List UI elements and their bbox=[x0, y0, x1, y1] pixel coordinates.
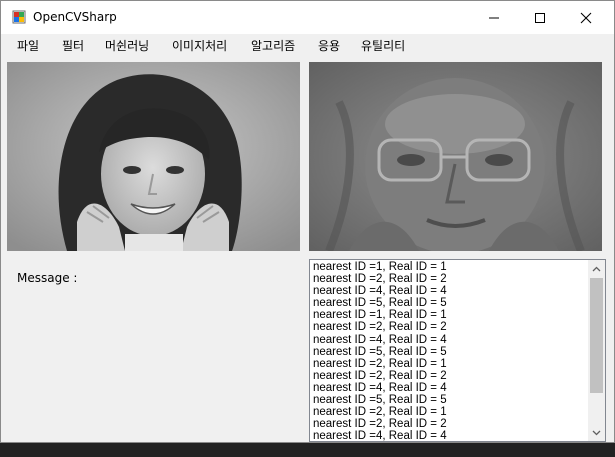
list-item[interactable]: nearest ID =5, Real ID = 5 bbox=[313, 346, 587, 358]
close-button[interactable] bbox=[563, 1, 609, 34]
chevron-up-icon bbox=[592, 266, 601, 271]
window-title: OpenCVSharp bbox=[33, 10, 117, 24]
scroll-down-button[interactable] bbox=[588, 424, 605, 441]
list-item[interactable]: nearest ID =2, Real ID = 2 bbox=[313, 370, 587, 382]
list-item[interactable]: nearest ID =5, Real ID = 5 bbox=[313, 297, 587, 309]
list-item[interactable]: nearest ID =4, Real ID = 4 bbox=[313, 430, 587, 441]
result-list: nearest ID =1, Real ID = 1 nearest ID =2,… bbox=[313, 261, 587, 441]
title-bar[interactable]: OpenCVSharp bbox=[1, 1, 614, 34]
list-item[interactable]: nearest ID =2, Real ID = 2 bbox=[313, 321, 587, 333]
menu-filter[interactable]: 필터 bbox=[62, 37, 84, 54]
list-item[interactable]: nearest ID =2, Real ID = 1 bbox=[313, 358, 587, 370]
menu-algorithm[interactable]: 알고리즘 bbox=[251, 37, 295, 54]
menu-image-processing[interactable]: 이미지처리 bbox=[172, 37, 227, 54]
reconstructed-face-image bbox=[309, 62, 602, 251]
menu-application[interactable]: 응용 bbox=[318, 37, 340, 54]
close-icon bbox=[580, 12, 592, 23]
list-item[interactable]: nearest ID =2, Real ID = 2 bbox=[313, 273, 587, 285]
menu-machine-learning[interactable]: 머쉰러닝 bbox=[105, 37, 149, 54]
result-listbox[interactable]: nearest ID =1, Real ID = 1 nearest ID =2,… bbox=[309, 259, 606, 442]
list-item[interactable]: nearest ID =1, Real ID = 1 bbox=[313, 261, 587, 273]
minimize-button[interactable] bbox=[471, 1, 517, 34]
menu-utility[interactable]: 유틸리티 bbox=[361, 37, 405, 54]
list-item[interactable]: nearest ID =4, Real ID = 4 bbox=[313, 334, 587, 346]
minimize-icon bbox=[489, 17, 499, 18]
vertical-scrollbar[interactable] bbox=[588, 260, 605, 441]
scroll-up-button[interactable] bbox=[588, 260, 605, 277]
opencv-app-icon bbox=[12, 10, 26, 24]
message-label: Message : bbox=[17, 271, 78, 285]
main-window: OpenCVSharp 파일 필터 머쉰러닝 이미지처리 알고리즘 응용 유틸리… bbox=[0, 0, 615, 443]
list-item[interactable]: nearest ID =4, Real ID = 4 bbox=[313, 285, 587, 297]
chevron-down-icon bbox=[592, 430, 601, 435]
scroll-thumb[interactable] bbox=[590, 278, 603, 393]
maximize-icon bbox=[535, 12, 545, 23]
list-item[interactable]: nearest ID =4, Real ID = 4 bbox=[313, 382, 587, 394]
source-face-image bbox=[7, 62, 300, 251]
list-item[interactable]: nearest ID =2, Real ID = 1 bbox=[313, 406, 587, 418]
menu-file[interactable]: 파일 bbox=[17, 37, 39, 54]
menu-bar: 파일 필터 머쉰러닝 이미지처리 알고리즘 응용 유틸리티 bbox=[1, 34, 614, 56]
maximize-button[interactable] bbox=[517, 1, 563, 34]
list-item[interactable]: nearest ID =1, Real ID = 1 bbox=[313, 309, 587, 321]
list-item[interactable]: nearest ID =2, Real ID = 2 bbox=[313, 418, 587, 430]
list-item[interactable]: nearest ID =5, Real ID = 5 bbox=[313, 394, 587, 406]
background-desktop bbox=[0, 443, 615, 457]
